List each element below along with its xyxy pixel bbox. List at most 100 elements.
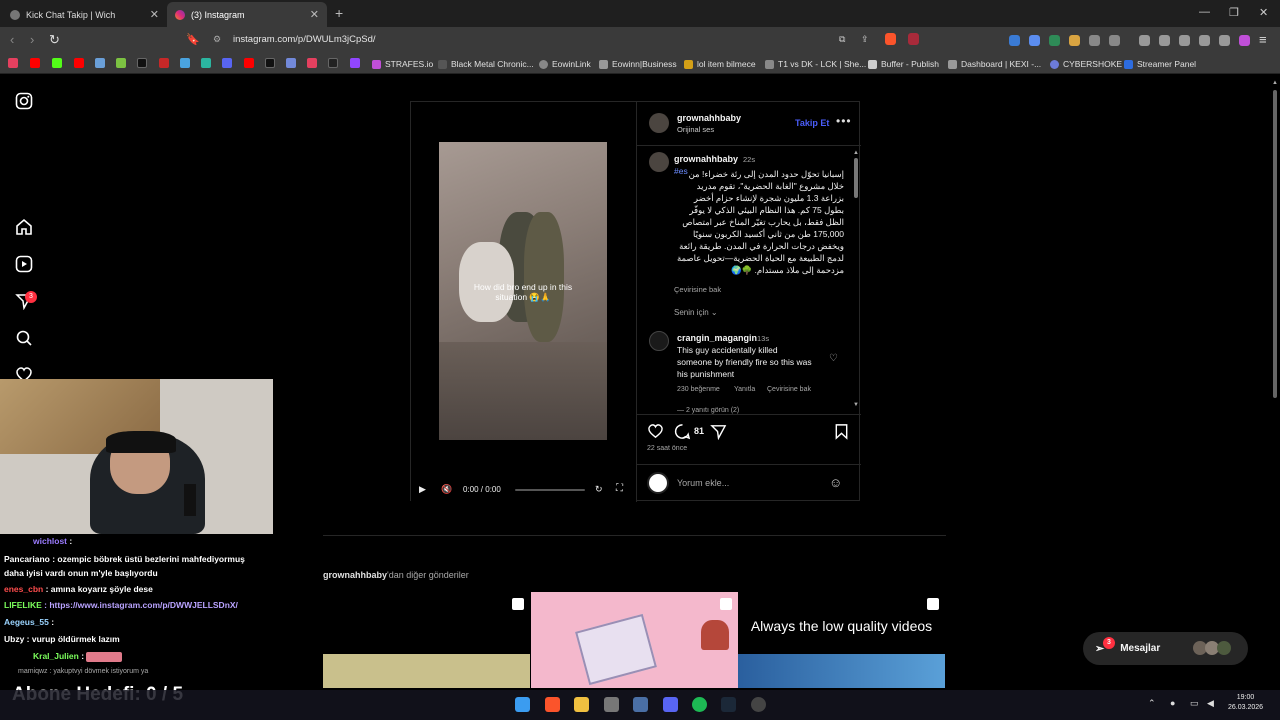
caption-see-translation[interactable]: Çevirisine bak [674,285,721,294]
comment-avatar[interactable] [649,331,669,351]
bookmark-favicon-icon[interactable] [180,58,190,68]
tab-instagram[interactable]: (3) Instagram ✕ [167,2,327,27]
extension-icon[interactable] [1069,35,1080,46]
more-post-thumb-3[interactable]: Always the low quality videos [738,592,945,688]
bookmark-black-metal[interactable]: Black Metal Chronic... [438,58,534,70]
discord-bookmark-icon[interactable] [222,58,232,68]
site-info-icon[interactable]: ⚙ [213,34,221,45]
reels-icon[interactable] [15,255,33,273]
bookmark-dashboard-kexi[interactable]: Dashboard | KEXI -... [948,58,1041,70]
youtube-bookmark-icon[interactable] [30,58,40,68]
caption-hashtag[interactable]: #es [674,166,688,176]
extension-icon[interactable] [1029,35,1040,46]
bookmark-buffer[interactable]: Buffer - Publish [868,58,939,70]
tray-network-icon[interactable]: ▭ [1190,698,1199,709]
video-progress-bar[interactable] [515,489,585,491]
sidebar-toggle-icon[interactable] [1159,35,1170,46]
save-icon[interactable] [834,423,849,440]
tab-kick-chat[interactable]: Kick Chat Takip | Wich ✕ [2,2,167,27]
discord-taskbar-icon[interactable] [663,697,678,712]
twitch-bookmark-icon[interactable] [350,58,360,68]
youtube-bookmark-icon[interactable] [74,58,84,68]
tray-chevron-icon[interactable]: ⌃ [1148,698,1156,709]
scroll-down-icon[interactable]: ▼ [853,402,859,408]
forward-icon[interactable]: › [30,32,34,47]
extension-icon[interactable] [1009,35,1020,46]
bookmark-eowinn-business[interactable]: Eowinn|Business [599,58,677,70]
comment-reply-button[interactable]: Yanıtla [734,386,755,393]
wallet-icon[interactable] [1179,35,1190,46]
search-icon[interactable] [15,329,33,347]
close-window-icon[interactable]: ✕ [1259,6,1268,19]
leo-ai-icon[interactable] [1199,35,1210,46]
extension-icon[interactable] [1109,35,1120,46]
caption-username[interactable]: grownahhbaby [674,154,738,164]
comment-username[interactable]: crangin_magangin [677,333,757,343]
add-comment-input[interactable]: Yorum ekle... [677,478,729,488]
author-avatar[interactable] [649,113,669,133]
obs-taskbar-icon[interactable] [751,697,766,712]
author-username[interactable]: grownahhbaby [677,113,741,123]
more-options-icon[interactable]: ••• [836,114,852,128]
brave-rewards-icon[interactable] [908,33,919,45]
home-icon[interactable] [15,218,33,236]
comments-scrollbar[interactable]: ▲ ▼ [853,150,859,412]
youtube-bookmark-icon[interactable] [244,58,254,68]
brave-taskbar-icon[interactable] [545,697,560,712]
bookmark-favicon-icon[interactable] [116,58,126,68]
media-icon[interactable] [1139,35,1150,46]
view-replies-link[interactable]: — 2 yanıtı görün (2) [677,407,739,414]
like-icon[interactable] [647,423,664,440]
video-frame[interactable]: How did bro end up in this situation 😭🙏 [439,142,607,440]
page-scrollbar[interactable]: ▲ [1272,80,1278,690]
minimize-icon[interactable]: — [1199,6,1210,18]
bookmark-favicon-icon[interactable] [159,58,169,68]
caption-avatar[interactable] [649,152,669,172]
new-tab-icon[interactable]: + [335,5,343,21]
scroll-up-icon[interactable]: ▲ [1272,80,1278,86]
more-posts-username[interactable]: grownahhbaby [323,570,387,580]
follow-button[interactable]: Takip Et [795,118,829,128]
brave-shield-icon[interactable] [885,33,896,45]
bookmark-lol-item[interactable]: lol item bilmece [684,58,756,70]
spotify-taskbar-icon[interactable] [692,697,707,712]
bookmark-favicon-icon[interactable] [328,58,338,68]
open-in-app-icon[interactable]: ⧉ [839,34,845,45]
tray-mic-icon[interactable]: ● [1170,698,1175,708]
bookmark-streamer-panel[interactable]: Streamer Panel [1124,58,1196,70]
bookmark-favicon-icon[interactable] [8,58,18,68]
comment-likes[interactable]: 230 beğenme [677,386,720,393]
mute-icon[interactable]: 🔇 [441,484,452,495]
bookmark-favicon-icon[interactable] [95,58,105,68]
back-icon[interactable]: ‹ [10,32,14,47]
sort-dropdown[interactable]: Senin için ⌄ [674,308,718,317]
bookmark-favicon-icon[interactable] [286,58,296,68]
url-field[interactable]: ⚙ instagram.com/p/DWULm3jCpSd/ ⧉ ⇪ [205,30,930,50]
tiktok-bookmark-icon[interactable] [137,58,147,68]
comment-like-icon[interactable]: ♡ [829,353,838,364]
file-explorer-icon[interactable] [574,697,589,712]
menu-icon[interactable]: ≡ [1259,32,1267,47]
maximize-icon[interactable]: ❐ [1229,6,1239,19]
scrollbar-thumb[interactable] [854,158,858,198]
bookmark-eowinlink[interactable]: EowinLink [539,58,591,70]
reload-icon[interactable]: ↻ [49,32,60,48]
comment-icon[interactable] [674,423,691,440]
scroll-up-icon[interactable]: ▲ [853,150,859,156]
fullscreen-icon[interactable]: ⛶ [616,483,623,494]
audio-label[interactable]: Orijinal ses [677,125,714,134]
windows-start-icon[interactable] [515,697,530,712]
more-post-thumb-1[interactable] [323,592,530,688]
profile-icon[interactable] [1239,35,1250,46]
emoji-icon[interactable]: ☺ [829,475,842,490]
extension-icon[interactable] [1049,35,1060,46]
close-tab-icon[interactable]: ✕ [150,8,159,21]
play-icon[interactable]: ▶ [419,484,426,495]
comment-see-translation[interactable]: Çevirisine bak [767,386,811,393]
kick-bookmark-icon[interactable] [52,58,62,68]
share-post-icon[interactable] [710,423,727,440]
replay-icon[interactable]: ↻ [595,484,603,495]
more-post-thumb-2[interactable] [531,592,738,688]
taskbar-app-icon[interactable] [633,697,648,712]
steam-taskbar-icon[interactable] [721,697,736,712]
